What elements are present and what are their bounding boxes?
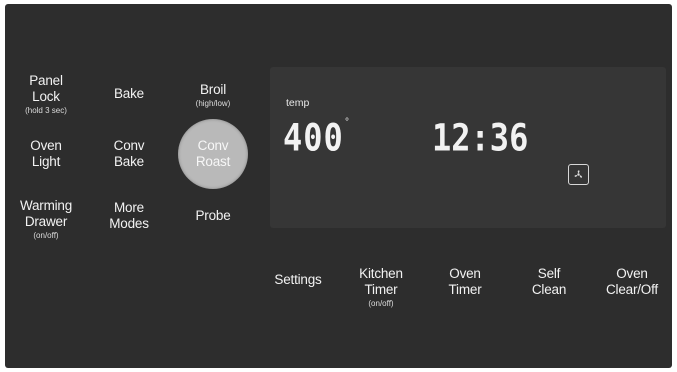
oven-clear-off-button[interactable]: Oven Clear/Off xyxy=(596,264,668,300)
conv-roast-button[interactable]: Conv Roast xyxy=(178,119,248,189)
panel-lock-label: Panel Lock xyxy=(29,72,63,104)
conv-bake-label: Conv Bake xyxy=(113,138,145,169)
probe-button[interactable]: Probe xyxy=(183,204,243,228)
clock-readout: 12:36 xyxy=(432,115,529,160)
panel-lock-sublabel: (hold 3 sec) xyxy=(25,105,67,115)
settings-label: Settings xyxy=(274,272,322,287)
oven-light-label: Oven Light xyxy=(30,138,62,169)
bake-label: Bake xyxy=(114,86,144,101)
oven-clear-off-label: Oven Clear/Off xyxy=(606,266,658,297)
warming-drawer-button[interactable]: Warming Drawer (on/off) xyxy=(12,195,80,243)
oven-light-button[interactable]: Oven Light xyxy=(16,136,76,172)
conv-roast-label: Conv Roast xyxy=(195,138,231,169)
bake-button[interactable]: Bake xyxy=(99,80,159,108)
broil-label: Broil xyxy=(199,81,226,97)
fan-glyph xyxy=(574,170,582,178)
kitchen-timer-sublabel: (on/off) xyxy=(368,298,394,308)
kitchen-timer-label: Kitchen Timer xyxy=(359,265,403,297)
conv-bake-button[interactable]: Conv Bake xyxy=(99,136,159,172)
temp-label: temp xyxy=(286,97,310,109)
settings-button[interactable]: Settings xyxy=(268,268,328,292)
temperature-readout: 400 xyxy=(283,115,344,160)
more-modes-button[interactable]: More Modes xyxy=(99,198,159,234)
convection-fan-icon xyxy=(568,164,589,185)
warming-drawer-label: Warming Drawer xyxy=(19,197,73,229)
oven-timer-label: Oven Timer xyxy=(448,266,482,297)
panel-lock-button[interactable]: Panel Lock (hold 3 sec) xyxy=(16,70,76,118)
kitchen-timer-button[interactable]: Kitchen Timer (on/off) xyxy=(350,264,412,310)
oven-timer-button[interactable]: Oven Timer xyxy=(434,264,496,300)
broil-button[interactable]: Broil (high/low) xyxy=(183,78,243,112)
warming-drawer-sublabel: (on/off) xyxy=(33,230,59,240)
self-clean-label: Self Clean xyxy=(531,266,567,297)
probe-label: Probe xyxy=(195,208,231,223)
more-modes-label: More Modes xyxy=(109,200,149,231)
self-clean-button[interactable]: Self Clean xyxy=(518,264,580,300)
broil-sublabel: (high/low) xyxy=(195,98,231,108)
degree-symbol: ° xyxy=(345,117,349,128)
